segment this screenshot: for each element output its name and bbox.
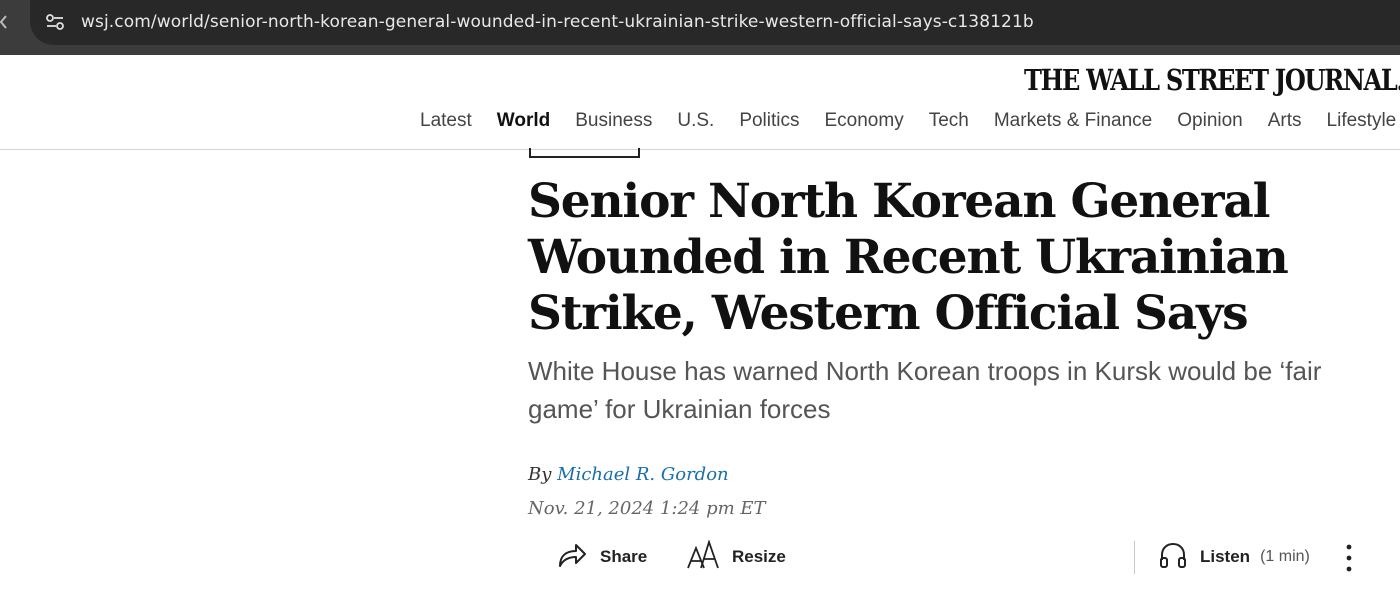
wsj-logo[interactable]: THE WALL STREET JOURNAL. [1024, 63, 1400, 97]
nav-item-economy[interactable]: Economy [825, 110, 904, 136]
browser-toolbar: wsj.com/world/senior-north-korean-genera… [0, 0, 1400, 55]
back-button-edge[interactable] [0, 8, 8, 36]
listen-label: Listen [1200, 547, 1251, 566]
article-headline: Senior North Korean General Wounded in R… [528, 174, 1289, 341]
nav-item-u-s[interactable]: U.S. [677, 110, 714, 136]
url-text[interactable]: wsj.com/world/senior-north-korean-genera… [81, 12, 1034, 32]
nav-item-arts[interactable]: Arts [1268, 110, 1302, 136]
share-arrow-icon [556, 540, 588, 575]
nav-item-world[interactable]: World [497, 110, 550, 136]
section-nav: Latest World Business U.S. Politics Economy Te… [420, 110, 1400, 136]
tune-icon[interactable] [44, 11, 66, 33]
text-resize-icon [686, 538, 720, 575]
share-button[interactable]: Share [556, 540, 647, 574]
resize-label: Resize [732, 547, 786, 566]
listen-button[interactable]: Listen (1 min) [1158, 540, 1310, 574]
nav-item-markets-finance[interactable]: Markets & Finance [994, 110, 1152, 136]
byline-prefix: By [528, 464, 552, 485]
share-label: Share [600, 547, 648, 566]
url-path: /world/senior-north-korean-general-wound… [150, 12, 1034, 32]
publish-timestamp: Nov. 21, 2024 1:24 pm ET [528, 498, 766, 519]
nav-item-opinion[interactable]: Opinion [1177, 110, 1243, 136]
nav-divider [0, 149, 1400, 150]
headphones-icon [1158, 540, 1188, 575]
nav-item-lifestyle[interactable]: Lifestyle [1327, 110, 1397, 136]
listen-duration: (1 min) [1260, 548, 1310, 565]
more-vertical-icon[interactable] [1338, 542, 1360, 574]
section-flashline [529, 148, 640, 158]
url-domain: wsj.com [81, 12, 151, 32]
article-dek: White House has warned North Korean troo… [528, 356, 1322, 424]
nav-item-politics[interactable]: Politics [739, 110, 799, 136]
tools-divider [1134, 541, 1135, 574]
nav-item-business[interactable]: Business [575, 110, 652, 136]
byline: By Michael R. Gordon [528, 464, 729, 485]
author-link[interactable]: Michael R. Gordon [557, 464, 729, 485]
nav-item-latest[interactable]: Latest [420, 110, 472, 136]
nav-item-tech[interactable]: Tech [929, 110, 969, 136]
resize-button[interactable]: Resize [686, 538, 786, 575]
